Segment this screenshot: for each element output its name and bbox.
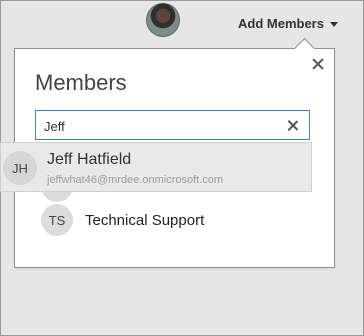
add-members-button[interactable]: Add Members <box>238 16 338 31</box>
panel-title: Members <box>35 70 127 95</box>
add-members-label: Add Members <box>238 16 324 31</box>
suggestion-item[interactable]: JH Jeff Hatfield jeffwhat46@mrdee.onmicr… <box>0 142 312 192</box>
member-avatar: TS <box>41 204 73 236</box>
suggestion-name: Jeff Hatfield <box>47 151 132 168</box>
member-item[interactable]: TS Technical Support <box>41 204 204 236</box>
member-search-box[interactable] <box>35 110 310 140</box>
top-bar: Add Members <box>0 0 364 44</box>
member-search-input[interactable] <box>44 117 284 135</box>
user-avatar[interactable] <box>146 3 180 37</box>
clear-search-icon[interactable] <box>286 119 299 132</box>
member-name: Technical Support <box>85 211 205 229</box>
caret-down-icon <box>329 21 338 27</box>
close-icon[interactable] <box>310 56 326 72</box>
suggestion-email: jeffwhat46@mrdee.onmicrosoft.com <box>47 174 224 186</box>
suggestion-avatar: JH <box>3 151 37 185</box>
